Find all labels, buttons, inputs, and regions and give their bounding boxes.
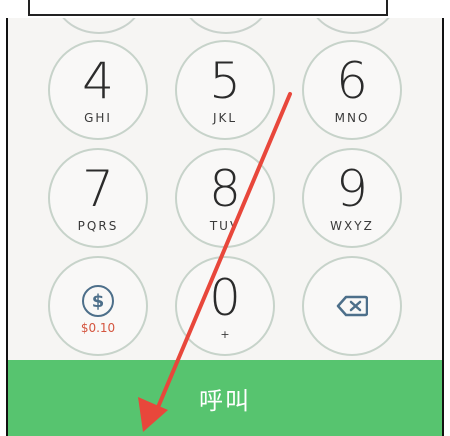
call-button-label: 呼叫: [199, 386, 251, 415]
delete-button[interactable]: [302, 256, 402, 356]
call-button[interactable]: 呼叫: [8, 360, 442, 436]
dialer-screen: 4 GHI 5 JKL 6 MNO 7 PQRS 8 TUV 9 WXYZ $ …: [6, 18, 444, 436]
key-digit: 9: [336, 160, 368, 218]
credit-amount: $0.10: [80, 321, 116, 335]
key-letters: WXYZ: [330, 219, 374, 233]
key-8[interactable]: 8 TUV: [175, 148, 275, 248]
key-digit: 6: [336, 52, 368, 110]
key-digit: 8: [209, 160, 241, 218]
key-4[interactable]: 4 GHI: [48, 40, 148, 140]
key-letters: TUV: [209, 219, 241, 233]
keypad-row1-partial-2: [181, 18, 271, 34]
key-letters: MNO: [334, 111, 370, 125]
key-7[interactable]: 7 PQRS: [48, 148, 148, 248]
key-letters: GHI: [84, 111, 112, 125]
key-6[interactable]: 6 MNO: [302, 40, 402, 140]
key-letters: JKL: [212, 111, 238, 125]
dollar-coin-icon: $: [82, 285, 114, 317]
backspace-icon: [336, 295, 368, 317]
credit-button[interactable]: $ $0.10: [48, 256, 148, 356]
key-9[interactable]: 9 WXYZ: [302, 148, 402, 248]
key-digit: 4: [82, 52, 114, 110]
keypad-row1-partial-1: [54, 18, 144, 34]
keypad-row1-partial-3: [308, 18, 398, 34]
key-letters: PQRS: [77, 219, 119, 233]
key-0[interactable]: 0 +: [175, 256, 275, 356]
key-digit: 7: [82, 160, 114, 218]
key-digit: 0: [209, 268, 241, 327]
key-digit: 5: [209, 52, 241, 110]
caption-box: [28, 0, 388, 16]
key-plus: +: [220, 327, 230, 341]
key-5[interactable]: 5 JKL: [175, 40, 275, 140]
